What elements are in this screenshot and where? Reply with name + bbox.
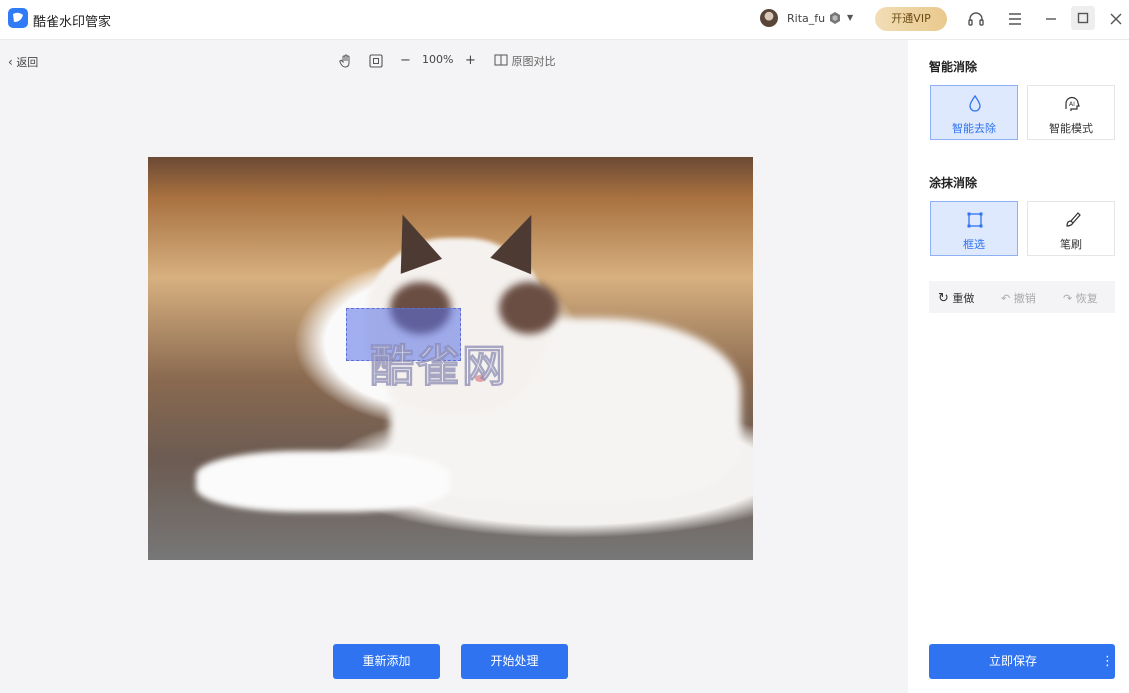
- tool-brush[interactable]: 笔刷: [1027, 201, 1115, 256]
- start-process-button[interactable]: 开始处理: [461, 644, 568, 679]
- tool-panel: 智能消除 智能去除 AI 智能模式 涂抹消除 框选 笔刷 ↻ 重做 ↶ 撤销 ↷…: [908, 40, 1129, 693]
- zoom-level: 100%: [422, 53, 454, 66]
- tool-label: 智能模式: [1049, 122, 1093, 135]
- undo-button[interactable]: ↶ 撤销: [1001, 290, 1036, 306]
- headset-icon[interactable]: [967, 10, 985, 28]
- droplet-icon: [969, 94, 981, 112]
- maximize-icon: [1077, 12, 1089, 24]
- vip-gem-icon: [830, 12, 840, 24]
- undo-label: 撤销: [1013, 292, 1036, 305]
- redo-label: 恢复: [1075, 292, 1098, 305]
- smear-remove-title: 涂抹消除: [929, 176, 978, 190]
- back-button[interactable]: ‹ 返回: [8, 54, 38, 70]
- app-logo-icon: [8, 8, 28, 28]
- save-now-button[interactable]: 立即保存 ⋮: [929, 644, 1115, 679]
- redo-icon: ↷: [1063, 292, 1073, 305]
- save-label: 立即保存: [988, 654, 1037, 668]
- brush-icon: [1066, 212, 1081, 227]
- redo-button[interactable]: ↷ 恢复: [1063, 290, 1098, 306]
- open-vip-button[interactable]: 开通VIP: [875, 7, 947, 31]
- tool-label: 框选: [963, 238, 985, 251]
- tool-box-select[interactable]: 框选: [930, 201, 1018, 256]
- menu-icon[interactable]: [1006, 10, 1024, 28]
- more-options-icon[interactable]: ⋮: [1101, 644, 1114, 679]
- compare-label: 原图对比: [511, 55, 556, 68]
- title-bar: 酷雀水印管家 Rita_fu ▼ 开通VIP: [0, 0, 1129, 40]
- minimize-icon[interactable]: [1042, 10, 1060, 28]
- tool-label: 笔刷: [1060, 238, 1082, 251]
- zoom-in-button[interactable]: +: [465, 53, 476, 69]
- svg-text:AI: AI: [1069, 101, 1075, 108]
- ai-head-icon: AI: [1065, 96, 1080, 111]
- box-select-icon: [967, 212, 983, 228]
- tool-label: 智能去除: [952, 122, 996, 135]
- hand-pan-icon[interactable]: [338, 53, 354, 69]
- user-avatar[interactable]: [760, 9, 778, 27]
- chevron-left-icon: ‹: [8, 55, 13, 69]
- compare-icon: [494, 54, 508, 66]
- username[interactable]: Rita_fu: [787, 12, 825, 25]
- back-label: 返回: [16, 56, 39, 69]
- tool-smart-remove[interactable]: 智能去除: [930, 85, 1018, 140]
- history-bar: ↻ 重做 ↶ 撤销 ↷ 恢复: [929, 281, 1115, 313]
- app-title: 酷雀水印管家: [33, 15, 112, 30]
- re-add-button[interactable]: 重新添加: [333, 644, 440, 679]
- close-icon[interactable]: [1107, 10, 1125, 28]
- fit-screen-icon[interactable]: [368, 53, 384, 69]
- smart-remove-title: 智能消除: [929, 60, 978, 74]
- refresh-icon: ↻: [938, 291, 949, 306]
- reset-button[interactable]: ↻ 重做: [938, 290, 974, 306]
- undo-icon: ↶: [1001, 292, 1011, 305]
- compare-original-button[interactable]: 原图对比: [494, 53, 556, 69]
- maximize-button[interactable]: [1071, 6, 1095, 30]
- watermark-text: 酷雀网: [370, 341, 508, 393]
- chevron-down-icon[interactable]: ▼: [847, 13, 853, 22]
- tool-smart-mode[interactable]: AI 智能模式: [1027, 85, 1115, 140]
- reset-label: 重做: [952, 292, 975, 305]
- zoom-out-button[interactable]: −: [400, 53, 411, 69]
